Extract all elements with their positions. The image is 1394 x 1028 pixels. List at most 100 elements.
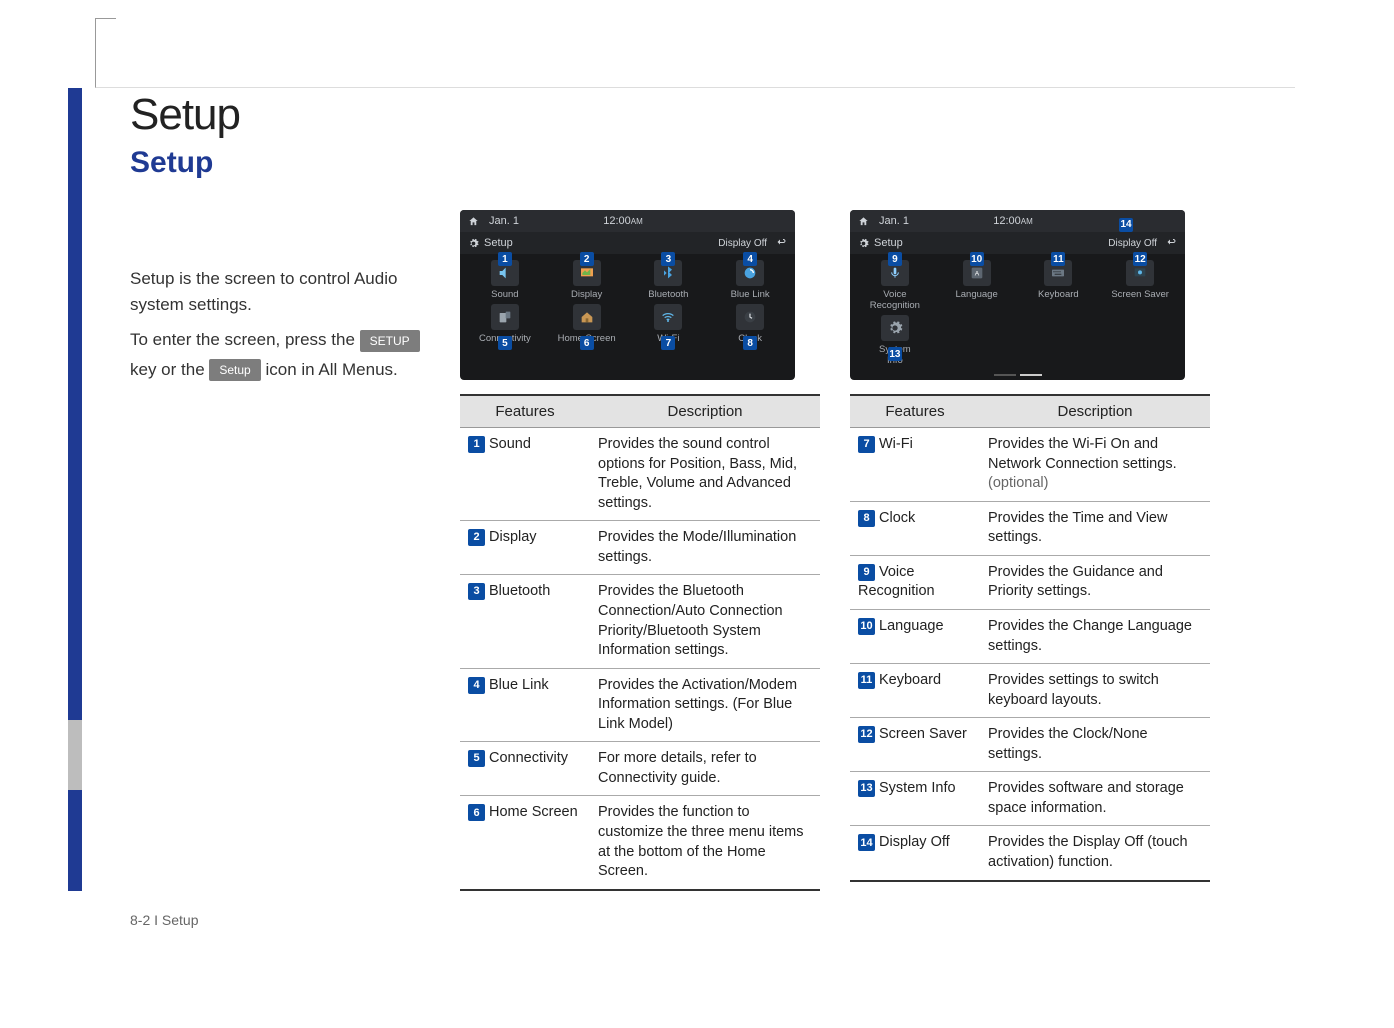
tile-label: Voice Recognition xyxy=(870,289,920,311)
callout-7: 7 xyxy=(661,336,675,350)
callout-5: 5 xyxy=(468,750,485,767)
feature-name: Language xyxy=(879,618,944,634)
setup-tile-keyboard: 11Keyboard xyxy=(1018,260,1100,311)
display-icon: 2 xyxy=(573,260,601,286)
titlebar-label: Setup xyxy=(874,237,903,249)
callout-13: 13 xyxy=(858,780,875,797)
intro-p2a: To enter the screen, press the xyxy=(130,330,360,349)
feature-name: Home Screen xyxy=(489,804,578,820)
table-row: 14Display OffProvides the Display Off (t… xyxy=(850,826,1210,881)
tile-label: Keyboard xyxy=(1038,289,1079,300)
description-cell: Provides the Activation/Modem Informatio… xyxy=(590,668,820,742)
setup-tile-clock: 8Clock xyxy=(709,304,791,344)
scroll-indicator xyxy=(994,374,1042,376)
feature-cell: 6Home Screen xyxy=(460,796,590,890)
callout-11: 11 xyxy=(858,672,875,689)
feature-cell: 1Sound xyxy=(460,428,590,521)
setup-grid-2: 9Voice RecognitionA10Language11Keyboard1… xyxy=(850,254,1185,368)
feature-name: Display Off xyxy=(879,834,950,850)
table-row: 1SoundProvides the sound control options… xyxy=(460,428,820,521)
display-off-label: Display Off xyxy=(1108,238,1157,249)
page: Setup Setup Setup is the screen to contr… xyxy=(0,0,1394,1028)
speaker-icon: 1 xyxy=(491,260,519,286)
svg-text:A: A xyxy=(974,271,979,278)
feature-name: System Info xyxy=(879,780,956,796)
table-row: 6Home ScreenProvides the function to cus… xyxy=(460,796,820,890)
description-cell: Provides the Mode/Illumination settings. xyxy=(590,521,820,575)
description-cell: Provides the Display Off (touch activati… xyxy=(980,826,1210,881)
callout-3: 3 xyxy=(468,583,485,600)
gear-icon xyxy=(858,238,869,249)
callout-9: 9 xyxy=(858,564,875,581)
feature-cell: 10Language xyxy=(850,609,980,663)
feature-name: Keyboard xyxy=(879,672,941,688)
status-date: Jan. 1 xyxy=(489,215,519,227)
table-row: 12Screen SaverProvides the Clock/None se… xyxy=(850,718,1210,772)
description-cell: For more details, refer to Connectivity … xyxy=(590,742,820,796)
crop-marks xyxy=(95,18,1295,88)
table-row: 5Connectivity For more details, refer to … xyxy=(460,742,820,796)
setup-tile-sysinfo: 13System Info xyxy=(854,315,936,366)
callout-12: 12 xyxy=(858,726,875,743)
setup-tile-bluelink: 4Blue Link xyxy=(709,260,791,300)
connectivity-icon: 5 xyxy=(491,304,519,330)
callout-1: 1 xyxy=(468,436,485,453)
feature-name: Sound xyxy=(489,436,531,452)
language-icon: A10 xyxy=(963,260,991,286)
th-description: Description xyxy=(980,395,1210,428)
feature-cell: 9Voice Recognition xyxy=(850,555,980,609)
callout-10: 10 xyxy=(970,252,984,266)
feature-table-1: Features Description 1SoundProvides the … xyxy=(460,394,820,891)
th-features: Features xyxy=(460,395,590,428)
status-date: Jan. 1 xyxy=(879,215,909,227)
feature-cell: 2Display xyxy=(460,521,590,575)
status-time: 12:00AM xyxy=(919,215,1107,227)
status-time: 12:00AM xyxy=(529,215,717,227)
description-cell: Provides settings to switch keyboard lay… xyxy=(980,664,1210,718)
setup-tile-bluetooth: 3Bluetooth xyxy=(628,260,710,300)
table-row: 2DisplayProvides the Mode/Illumination s… xyxy=(460,521,820,575)
col-intro: Setup is the screen to control Audio sys… xyxy=(130,210,430,891)
status-bar: Jan. 1 12:00AM xyxy=(460,210,795,232)
intro-paragraph-3: key or the Setup icon in All Menus. xyxy=(130,357,430,383)
setup-tile-wifi: 7Wi-Fi xyxy=(628,304,710,344)
intro-p3b: icon in All Menus. xyxy=(265,360,397,379)
feature-cell: 4Blue Link xyxy=(460,668,590,742)
tile-label: Bluetooth xyxy=(648,289,688,300)
callout-6: 6 xyxy=(468,804,485,821)
feature-name: Connectivity xyxy=(489,750,568,766)
home-icon xyxy=(468,216,479,227)
table-row: 13System InfoProvides software and stora… xyxy=(850,772,1210,826)
col-shot1: Jan. 1 12:00AM Setup Display Off xyxy=(460,210,820,891)
bluelink-icon: 4 xyxy=(736,260,764,286)
callout-10: 10 xyxy=(858,618,875,635)
feature-name: Bluetooth xyxy=(489,583,550,599)
description-cell: Provides the sound control options for P… xyxy=(590,428,820,521)
callout-6: 6 xyxy=(580,336,594,350)
intro-p3a: key or the xyxy=(130,360,209,379)
side-gray-tab xyxy=(68,720,82,790)
feature-name: Wi-Fi xyxy=(879,436,913,452)
status-bar-2: Jan. 1 12:00AM xyxy=(850,210,1185,232)
clock-icon: 8 xyxy=(736,304,764,330)
feature-table-2: Features Description 7Wi-FiProvides the … xyxy=(850,394,1210,882)
sysinfo-icon: 13 xyxy=(881,315,909,341)
callout-8: 8 xyxy=(743,336,757,350)
setup-softkey: Setup xyxy=(209,359,260,381)
callout-12: 12 xyxy=(1133,252,1147,266)
setup-tile-screensaver: 12Screen Saver xyxy=(1099,260,1181,311)
description-cell: Provides the Clock/None settings. xyxy=(980,718,1210,772)
title-bar: Setup Display Off xyxy=(460,232,795,254)
setup-tile-speaker: 1Sound xyxy=(464,260,546,300)
setup-tile-homescreen: 6Home Screen xyxy=(546,304,628,344)
callout-4: 4 xyxy=(468,677,485,694)
back-icon xyxy=(1165,236,1177,251)
description-cell: Provides the Guidance and Priority setti… xyxy=(980,555,1210,609)
page-title: Setup xyxy=(130,90,1300,140)
titlebar-label: Setup xyxy=(484,237,513,249)
intro-paragraph-1: Setup is the screen to control Audio sys… xyxy=(130,266,430,317)
home-icon xyxy=(858,216,869,227)
description-cell: Provides the Time and View settings. xyxy=(980,501,1210,555)
table-row: 3BluetoothProvides the Bluetooth Connect… xyxy=(460,575,820,668)
feature-cell: 11Keyboard xyxy=(850,664,980,718)
